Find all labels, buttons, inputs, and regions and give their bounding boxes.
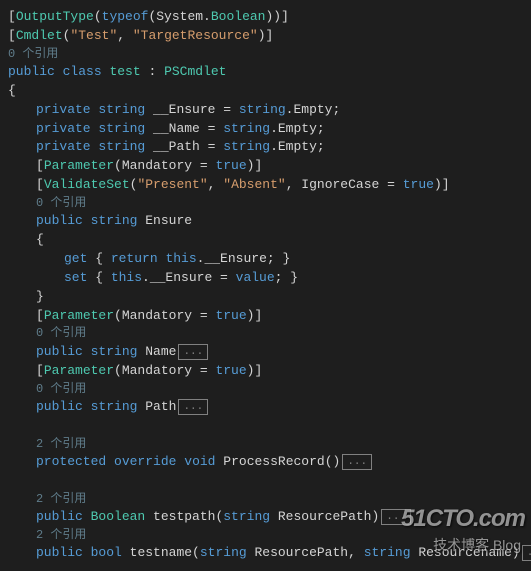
code-line: protected override void ProcessRecord().… — [8, 453, 531, 472]
code-line: } — [8, 288, 531, 307]
code-line: [Parameter(Mandatory = true)] — [8, 362, 531, 381]
codelens-references[interactable]: 0 个引用 — [8, 325, 531, 342]
code-line: public class test : PSCmdlet — [8, 63, 531, 82]
code-line: [ValidateSet("Present", "Absent", Ignore… — [8, 176, 531, 195]
blank-line — [8, 417, 531, 436]
collapse-icon[interactable]: ... — [522, 545, 531, 561]
codelens-references[interactable]: 0 个引用 — [8, 46, 531, 63]
codelens-references[interactable]: 2 个引用 — [8, 527, 531, 544]
collapse-icon[interactable]: ... — [381, 509, 411, 525]
code-editor: [OutputType(typeof(System.Boolean))] [Cm… — [8, 8, 531, 563]
code-line: public string Name... — [8, 343, 531, 362]
code-line: private string __Ensure = string.Empty; — [8, 101, 531, 120]
code-line: [Cmdlet("Test", "TargetResource")] — [8, 27, 531, 46]
code-line: public string Path... — [8, 398, 531, 417]
blank-line — [8, 472, 531, 491]
code-line: [OutputType(typeof(System.Boolean))] — [8, 8, 531, 27]
code-line: private string __Name = string.Empty; — [8, 120, 531, 139]
code-line: public string Ensure — [8, 212, 531, 231]
collapse-icon[interactable]: ... — [342, 454, 372, 470]
code-line: { — [8, 82, 531, 101]
code-line: private string __Path = string.Empty; — [8, 138, 531, 157]
code-line: { — [8, 231, 531, 250]
code-line: [Parameter(Mandatory = true)] — [8, 307, 531, 326]
code-line: public bool testname(string ResourcePath… — [8, 544, 531, 563]
codelens-references[interactable]: 2 个引用 — [8, 491, 531, 508]
code-line: set { this.__Ensure = value; } — [8, 269, 531, 288]
codelens-references[interactable]: 0 个引用 — [8, 195, 531, 212]
code-line: get { return this.__Ensure; } — [8, 250, 531, 269]
code-line: [Parameter(Mandatory = true)] — [8, 157, 531, 176]
collapse-icon[interactable]: ... — [178, 399, 208, 415]
collapse-icon[interactable]: ... — [178, 344, 208, 360]
codelens-references[interactable]: 0 个引用 — [8, 381, 531, 398]
codelens-references[interactable]: 2 个引用 — [8, 436, 531, 453]
